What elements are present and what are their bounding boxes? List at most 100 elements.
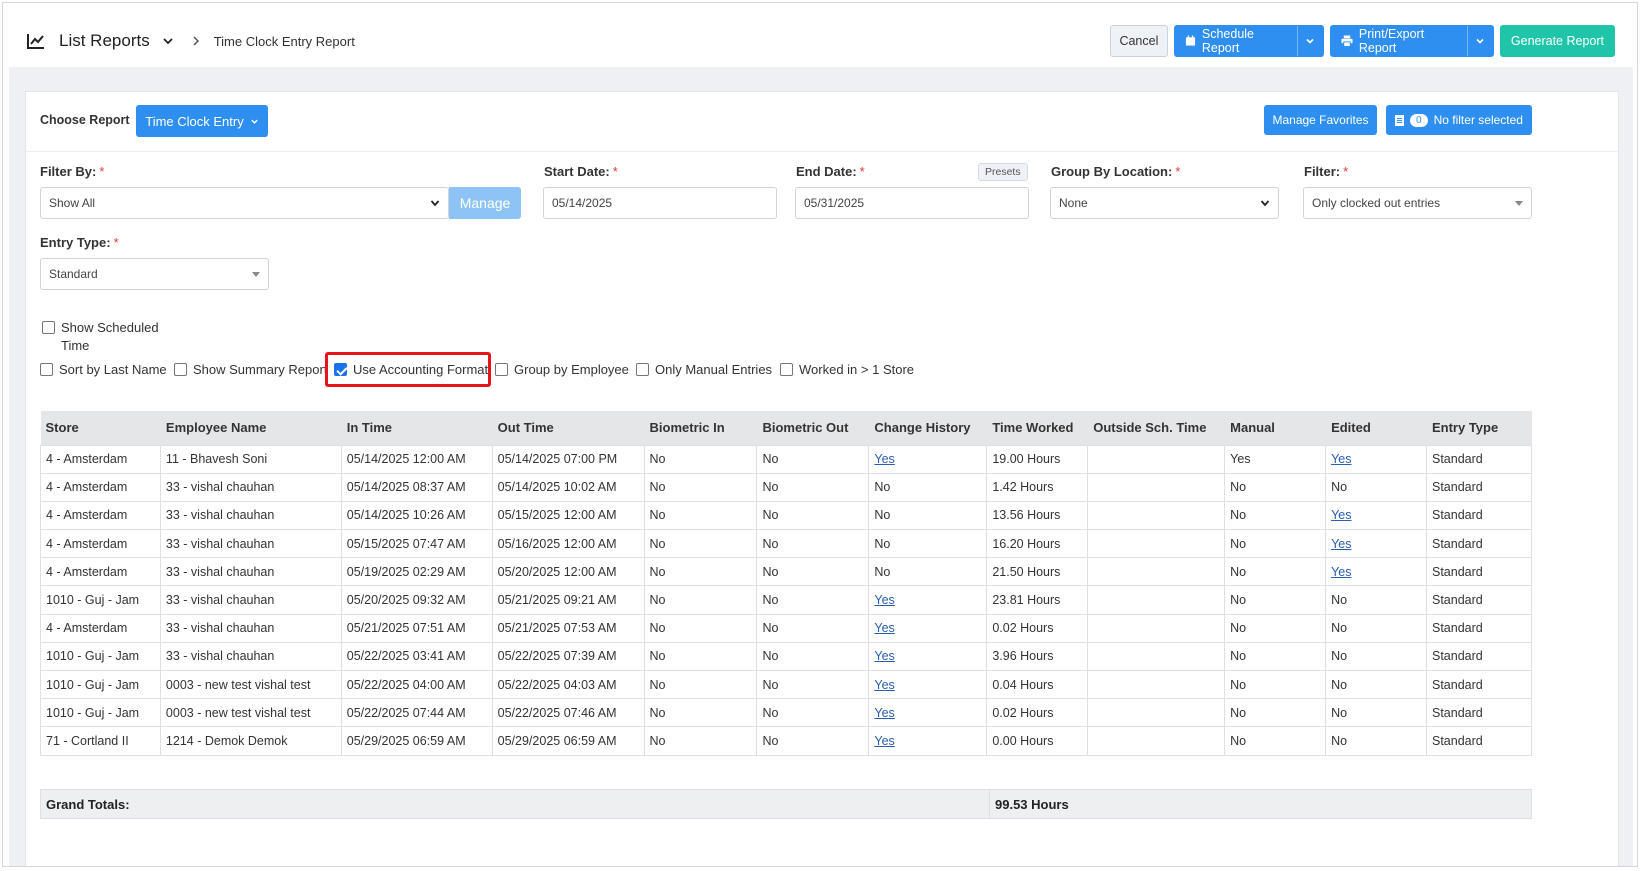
saved-filter-button[interactable]: 0 No filter selected	[1386, 105, 1532, 135]
filter-select[interactable]: Only clocked out entries	[1303, 187, 1532, 219]
table-cell: 1010 - Guj - Jam	[40, 585, 161, 615]
table-row: 4 - Amsterdam 33 - vishal chauhan 05/14/20…	[40, 472, 1533, 502]
schedule-report-button[interactable]: Schedule Report	[1173, 25, 1324, 57]
table-cell	[1087, 641, 1226, 672]
end-date-input[interactable]: 05/31/2025	[795, 187, 1029, 219]
table-cell: 1214 - Demok Demok	[159, 726, 342, 756]
yes-link[interactable]: Yes	[874, 593, 894, 607]
table-cell: 05/20/2025 12:00 AM	[491, 557, 645, 587]
breadcrumb-section[interactable]: List Reports	[59, 31, 150, 51]
top-bar: List Reports Time Clock Entry Report Can…	[3, 3, 1637, 67]
table-cell: No	[868, 500, 988, 531]
table-cell: 05/22/2025 07:44 AM	[340, 698, 493, 728]
table-cell	[1087, 557, 1226, 587]
manage-filter-button[interactable]: Manage	[449, 187, 521, 219]
table-cell: No	[756, 500, 870, 531]
app-frame: List Reports Time Clock Entry Report Can…	[2, 2, 1638, 867]
table-cell: No	[1224, 500, 1327, 531]
table-cell: Standard	[1425, 557, 1533, 587]
table-cell: 05/21/2025 07:51 AM	[340, 613, 493, 643]
sort-by-last-name-option[interactable]: Sort by Last Name	[40, 362, 167, 377]
table-cell: No	[756, 557, 870, 587]
sort-by-last-name-label: Sort by Last Name	[59, 362, 167, 377]
table-cell: 33 - vishal chauhan	[159, 585, 342, 615]
show-scheduled-time-checkbox[interactable]	[42, 321, 55, 334]
table-cell: No	[643, 613, 758, 643]
table-row: 1010 - Guj - Jam 0003 - new test vishal t…	[40, 698, 1533, 728]
table-cell: 33 - vishal chauhan	[159, 529, 342, 559]
table-cell: No	[868, 557, 988, 587]
cancel-button[interactable]: Cancel	[1109, 25, 1168, 57]
table-cell: 0003 - new test vishal test	[159, 698, 342, 728]
group-by-employee-option[interactable]: Group by Employee	[495, 362, 629, 377]
generate-report-button[interactable]: Generate Report	[1499, 25, 1615, 57]
print-export-dropdown-toggle[interactable]	[1466, 26, 1493, 56]
table-cell: Standard	[1425, 669, 1533, 700]
yes-link[interactable]: Yes	[874, 452, 894, 466]
presets-button[interactable]: Presets	[978, 163, 1028, 181]
table-cell	[1087, 500, 1226, 531]
group-by-location-select[interactable]: None	[1050, 187, 1279, 219]
table-cell: Yes	[868, 585, 988, 615]
table-cell: 05/15/2025 07:47 AM	[340, 529, 493, 559]
chevron-down-icon[interactable]	[162, 35, 174, 47]
start-date-input[interactable]: 05/14/2025	[543, 187, 777, 219]
table-cell: Yes	[1224, 444, 1327, 474]
group-by-employee-label: Group by Employee	[514, 362, 629, 377]
column-header: Outside Sch. Time	[1087, 411, 1226, 445]
column-header: Store	[40, 411, 161, 445]
yes-link[interactable]: Yes	[874, 621, 894, 635]
manage-favorites-button[interactable]: Manage Favorites	[1264, 105, 1377, 135]
filter-count-badge: 0	[1410, 113, 1428, 127]
table-cell: No	[1224, 669, 1327, 700]
table-cell: 0.02 Hours	[986, 698, 1089, 728]
table-row: 1010 - Guj - Jam 0003 - new test vishal t…	[40, 669, 1533, 700]
only-manual-entries-checkbox[interactable]	[636, 363, 649, 376]
table-cell: Yes	[1325, 557, 1427, 587]
yes-link[interactable]: Yes	[1331, 508, 1351, 522]
table-cell: No	[1224, 529, 1327, 559]
manage-favorites-label: Manage Favorites	[1272, 113, 1369, 127]
choose-report-value: Time Clock Entry	[145, 113, 244, 129]
only-manual-entries-option[interactable]: Only Manual Entries	[636, 362, 772, 377]
yes-link[interactable]: Yes	[1331, 565, 1351, 579]
line-chart-icon	[27, 34, 44, 49]
yes-link[interactable]: Yes	[874, 678, 894, 692]
filter-by-select[interactable]: Show All	[40, 187, 449, 219]
table-cell: 05/29/2025 06:59 AM	[340, 726, 493, 756]
table-cell	[1087, 444, 1226, 474]
column-header: Entry Type	[1426, 411, 1533, 445]
entry-type-select[interactable]: Standard	[40, 258, 269, 290]
table-cell: Yes	[868, 726, 988, 756]
yes-link[interactable]: Yes	[1331, 537, 1351, 551]
table-cell: No	[643, 669, 758, 700]
table-cell: No	[756, 726, 870, 756]
show-scheduled-time-option[interactable]: Show Scheduled	[42, 320, 159, 335]
show-summary-report-checkbox[interactable]	[174, 363, 187, 376]
divider	[26, 151, 1618, 152]
totals-divider	[989, 790, 990, 818]
yes-link[interactable]: Yes	[874, 706, 894, 720]
column-header: Biometric In	[644, 411, 758, 445]
schedule-dropdown-toggle[interactable]	[1297, 26, 1323, 56]
yes-link[interactable]: Yes	[874, 734, 894, 748]
choose-report-dropdown[interactable]: Time Clock Entry	[136, 105, 268, 137]
table-cell: 1.42 Hours	[986, 472, 1089, 502]
table-cell	[1087, 669, 1226, 700]
grand-totals-value: 99.53 Hours	[995, 796, 1069, 812]
print-export-button[interactable]: Print/Export Report	[1329, 25, 1494, 57]
breadcrumb: List Reports Time Clock Entry Report	[27, 31, 355, 51]
yes-link[interactable]: Yes	[1331, 452, 1351, 466]
table-cell: No	[756, 698, 870, 728]
show-summary-report-option[interactable]: Show Summary Report	[174, 362, 327, 377]
table-body: 4 - Amsterdam 11 - Bhavesh Soni 05/14/2025…	[40, 444, 1533, 756]
worked-in-multiple-stores-option[interactable]: Worked in > 1 Store	[780, 362, 914, 377]
show-scheduled-time-label: Show Scheduled	[61, 320, 159, 335]
group-by-employee-checkbox[interactable]	[495, 363, 508, 376]
sort-by-last-name-checkbox[interactable]	[40, 363, 53, 376]
table-cell: 05/16/2025 12:00 AM	[491, 529, 645, 559]
yes-link[interactable]: Yes	[874, 649, 894, 663]
manage-label: Manage	[459, 195, 511, 211]
worked-in-multiple-stores-checkbox[interactable]	[780, 363, 793, 376]
table-cell: No	[643, 585, 758, 615]
